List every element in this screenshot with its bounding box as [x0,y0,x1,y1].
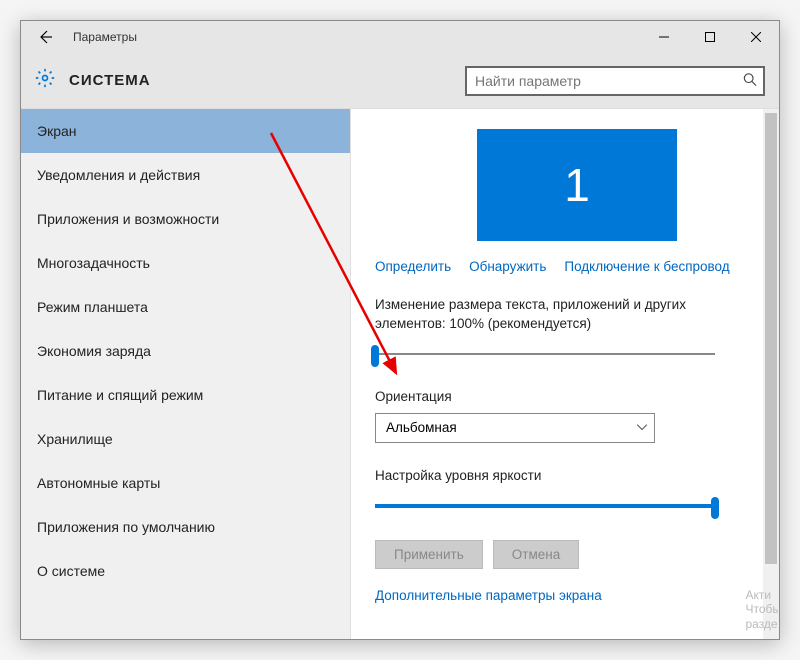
orientation-select-wrap: Альбомная [375,413,655,443]
scale-slider-wrap [375,344,779,364]
section-title: СИСТЕМА [69,72,151,89]
display-links: Определить Обнаружить Подключение к бесп… [375,259,779,274]
minimize-button[interactable] [641,21,687,53]
window-controls [641,21,779,53]
sidebar-item[interactable]: Приложения по умолчанию [21,505,350,549]
sidebar-item[interactable]: Хранилище [21,417,350,461]
orientation-select[interactable]: Альбомная [375,413,655,443]
titlebar: Параметры [21,21,779,53]
slider-fill [375,504,715,508]
back-arrow-icon [37,29,53,45]
content-pane: 1 Определить Обнаружить Подключение к бе… [351,109,779,639]
sidebar-item[interactable]: Приложения и возможности [21,197,350,241]
sidebar-item[interactable]: Уведомления и действия [21,153,350,197]
scale-label: Изменение размера текста, приложений и д… [375,296,779,334]
monitor-preview[interactable]: 1 [477,129,677,241]
window-title: Параметры [73,30,137,44]
maximize-button[interactable] [687,21,733,53]
maximize-icon [705,32,715,42]
monitor-number: 1 [564,158,590,212]
slider-thumb[interactable] [371,345,379,367]
apply-button[interactable]: Применить [375,540,483,569]
slider-track [375,353,715,355]
brightness-label: Настройка уровня яркости [375,467,779,486]
button-row: Применить Отмена [375,540,779,569]
brightness-slider[interactable] [375,496,715,516]
sidebar-item[interactable]: Режим планшета [21,285,350,329]
back-button[interactable] [29,21,61,53]
sidebar-item[interactable]: Экономия заряда [21,329,350,373]
close-button[interactable] [733,21,779,53]
slider-thumb[interactable] [711,497,719,519]
sidebar-item[interactable]: Автономные карты [21,461,350,505]
gear-icon [35,68,55,93]
minimize-icon [659,32,669,42]
advanced-link[interactable]: Дополнительные параметры экрана [375,588,602,603]
scrollbar[interactable] [763,109,779,639]
cancel-button[interactable]: Отмена [493,540,579,569]
settings-window: Параметры СИСТЕМА [20,20,780,640]
close-icon [751,32,761,42]
sidebar-item[interactable]: Многозадачность [21,241,350,285]
sidebar-item[interactable]: Экран [21,109,350,153]
sidebar-item[interactable]: О системе [21,549,350,593]
sidebar-item[interactable]: Питание и спящий режим [21,373,350,417]
orientation-label: Ориентация [375,388,779,407]
scale-slider[interactable] [375,344,715,364]
search-icon [743,72,757,89]
orientation-value: Альбомная [386,420,457,435]
activation-watermark: Акти Чтобы разде [745,588,780,631]
body: ЭкранУведомления и действияПриложения и … [21,109,779,639]
search-input[interactable] [465,66,765,96]
scrollbar-thumb[interactable] [765,113,777,564]
brightness-slider-wrap [375,496,779,516]
wireless-link[interactable]: Подключение к беспровод [564,259,729,274]
search-wrap [465,66,765,96]
sidebar: ЭкранУведомления и действияПриложения и … [21,109,351,639]
detect-link[interactable]: Обнаружить [469,259,546,274]
chevron-down-icon [637,422,647,433]
header: СИСТЕМА [21,53,779,109]
identify-link[interactable]: Определить [375,259,451,274]
